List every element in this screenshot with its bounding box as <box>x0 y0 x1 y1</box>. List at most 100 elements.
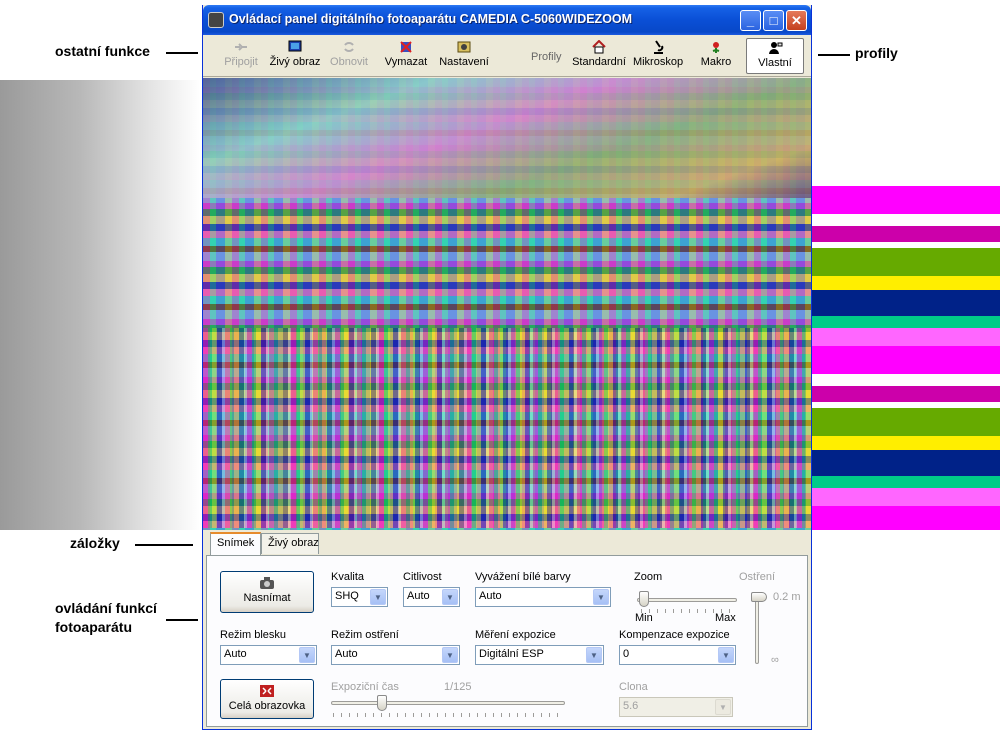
aperture-select[interactable]: 5.6 ▼ <box>619 697 733 717</box>
shutter-label: Expoziční čas <box>331 681 399 693</box>
chevron-down-icon: ▼ <box>299 647 315 663</box>
camera-app-icon <box>208 12 224 28</box>
focus-label: Ostření <box>739 571 776 583</box>
wb-value: Auto <box>479 590 502 602</box>
title-bar: Ovládací panel digitálního fotoaparátu C… <box>203 5 811 35</box>
tab-snapshot[interactable]: Snímek <box>210 532 261 555</box>
iso-value: Auto <box>407 590 430 602</box>
profiles-label: Profily <box>531 51 562 63</box>
delete-icon <box>400 41 412 53</box>
delete-label: Vymazat <box>384 56 428 68</box>
settings-button[interactable]: Nastavení <box>435 38 493 74</box>
refresh-button[interactable]: Obnovit <box>328 38 370 74</box>
exp-comp-select[interactable]: 0 ▼ <box>619 645 736 665</box>
chevron-down-icon: ▼ <box>593 589 609 605</box>
annotation-other-functions: ostatní funkce <box>55 43 150 59</box>
user-icon <box>769 42 783 54</box>
connect-button[interactable]: Připojit <box>219 38 263 74</box>
profile-custom-button[interactable]: Vlastní <box>746 38 804 74</box>
connect-icon <box>235 43 247 51</box>
shutter-slider-thumb[interactable] <box>377 695 387 711</box>
home-icon <box>592 40 606 54</box>
profile-microscope-button[interactable]: Mikroskop <box>631 38 685 74</box>
chevron-down-icon: ▼ <box>715 699 731 715</box>
annotation-line-tabs <box>135 544 193 546</box>
image-glitch-right <box>812 186 1000 530</box>
tab-live[interactable]: Živý obraz <box>261 533 319 554</box>
app-window: Ovládací panel digitálního fotoaparátu C… <box>202 5 812 730</box>
chevron-down-icon: ▼ <box>442 647 458 663</box>
capture-button[interactable]: Nasnímat <box>220 571 314 613</box>
metering-select[interactable]: Digitální ESP ▼ <box>475 645 604 665</box>
profile-macro-label: Makro <box>700 56 732 68</box>
profile-custom-label: Vlastní <box>758 57 792 69</box>
maximize-button[interactable]: □ <box>763 10 784 31</box>
focus-mode-select[interactable]: Auto ▼ <box>331 645 460 665</box>
iso-label: Citlivost <box>403 571 442 583</box>
zoom-min-label: Min <box>635 612 653 624</box>
metering-label: Měření expozice <box>475 629 556 641</box>
metering-value: Digitální ESP <box>479 648 544 660</box>
microscope-icon <box>654 40 664 54</box>
zoom-slider-thumb[interactable] <box>639 591 649 607</box>
shutter-value: 1/125 <box>444 681 472 693</box>
window-title: Ovládací panel digitálního fotoaparátu C… <box>229 12 633 26</box>
annotation-tabs: záložky <box>70 535 120 551</box>
chevron-down-icon: ▼ <box>442 589 458 605</box>
camera-icon <box>260 577 274 589</box>
profile-microscope-label: Mikroskop <box>632 56 684 68</box>
exp-comp-label: Kompenzace expozice <box>619 629 730 641</box>
capture-label: Nasnímat <box>243 592 291 604</box>
flash-value: Auto <box>224 648 247 660</box>
quality-value: SHQ <box>335 590 359 602</box>
focus-mode-label: Režim ostření <box>331 629 399 641</box>
focus-slider-thumb[interactable] <box>751 592 767 602</box>
refresh-icon <box>344 42 354 52</box>
monitor-icon <box>288 40 302 52</box>
flash-label: Režim blesku <box>220 629 287 641</box>
fullscreen-label: Celá obrazovka <box>228 700 306 712</box>
live-view-label: Živý obraz <box>269 56 321 68</box>
focus-far-label: ∞ <box>771 654 779 666</box>
quality-select[interactable]: SHQ ▼ <box>331 587 388 607</box>
shutter-ticks <box>333 713 563 717</box>
delete-button[interactable]: Vymazat <box>383 38 429 74</box>
refresh-label: Obnovit <box>330 56 368 68</box>
focus-near-label: 0.2 m <box>773 591 801 603</box>
zoom-max-label: Max <box>715 612 736 624</box>
exp-comp-value: 0 <box>623 648 630 660</box>
settings-icon <box>457 41 471 53</box>
zoom-track <box>637 598 737 602</box>
iso-select[interactable]: Auto ▼ <box>403 587 460 607</box>
image-glitch-left <box>0 80 200 530</box>
profile-macro-button[interactable]: Makro <box>698 38 734 74</box>
annotation-line-controls <box>166 619 198 621</box>
chevron-down-icon: ▼ <box>718 647 734 663</box>
profile-standard-button[interactable]: Standardní <box>571 38 627 74</box>
aperture-value: 5.6 <box>623 700 639 712</box>
live-view-button[interactable]: Živý obraz <box>267 38 323 74</box>
chevron-down-icon: ▼ <box>586 647 602 663</box>
wb-select[interactable]: Auto ▼ <box>475 587 611 607</box>
flower-icon <box>712 42 720 53</box>
close-button[interactable]: ✕ <box>786 10 807 31</box>
wb-label: Vyvážení bílé barvy <box>475 571 571 583</box>
fullscreen-button[interactable]: Celá obrazovka <box>220 679 314 719</box>
fullscreen-icon <box>260 685 274 697</box>
minimize-button[interactable]: _ <box>740 10 761 31</box>
shutter-track <box>331 701 565 705</box>
settings-label: Nastavení <box>439 56 489 68</box>
profile-standard-label: Standardní <box>572 56 626 68</box>
live-camera-image <box>203 78 811 530</box>
flash-select[interactable]: Auto ▼ <box>220 645 317 665</box>
annotation-line-profiles <box>818 54 850 56</box>
connect-label: Připojit <box>224 56 258 68</box>
annotation-line-other <box>166 52 198 54</box>
focus-track <box>755 594 759 664</box>
quality-label: Kvalita <box>331 571 365 583</box>
zoom-label: Zoom <box>634 571 663 583</box>
aperture-label: Clona <box>619 681 648 693</box>
camera-controls-panel: Nasnímat Kvalita SHQ ▼ Citlivost Auto ▼ Vy… <box>206 555 808 727</box>
annotation-camera-controls-1: ovládání funkcí <box>55 600 157 616</box>
chevron-down-icon: ▼ <box>370 589 386 605</box>
